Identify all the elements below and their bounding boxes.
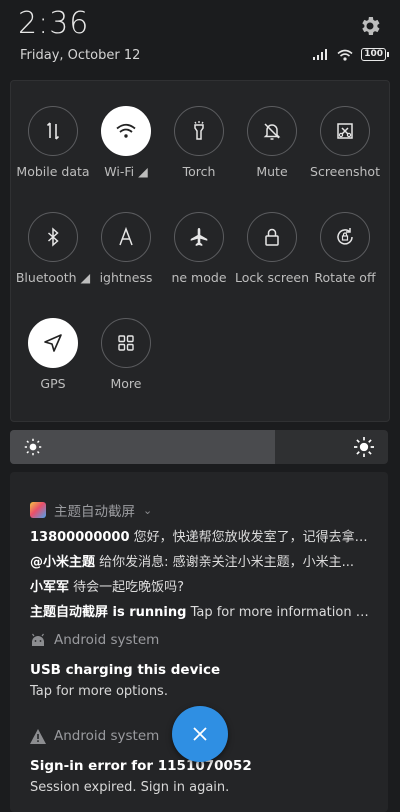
toggle-bluetooth[interactable]: Bluetooth ◢: [15, 212, 91, 285]
toggle-more[interactable]: More: [88, 318, 164, 391]
toggle-label: Mobile data: [16, 164, 90, 179]
android-icon: [32, 633, 44, 646]
notification-app-name: Android system: [54, 632, 160, 648]
date-label: Friday, October 12: [20, 48, 141, 63]
notification-app-name: 主题自动截屏: [54, 504, 135, 520]
notification-text: Session expired. Sign in again.: [30, 780, 230, 795]
notification-app-name: Android system: [54, 728, 160, 744]
brightness-low-icon: [24, 438, 42, 456]
toggle-label: ightness: [99, 270, 153, 285]
toggle-lock-screen[interactable]: Lock screen: [234, 212, 310, 285]
toggle-mobile-data[interactable]: Mobile data: [15, 106, 91, 179]
notification-line: 小军军 待会一起吃晚饭吗?: [30, 580, 185, 595]
toggle-auto-brightness[interactable]: ightness: [88, 212, 164, 285]
gps-icon: [44, 334, 62, 352]
notification-text: Tap for more options.: [30, 684, 168, 699]
notification-usb-charging[interactable]: Android system USB charging this device …: [30, 632, 374, 699]
toggle-label: Wi-Fi ◢: [104, 164, 148, 179]
signal-icon: [313, 49, 328, 60]
toggle-label: Lock screen: [234, 270, 310, 285]
chevron-down-icon[interactable]: ⌄: [143, 504, 152, 517]
gear-icon[interactable]: [358, 14, 382, 38]
toggle-screenshot[interactable]: Screenshot: [307, 106, 383, 179]
clear-all-button[interactable]: [172, 706, 228, 762]
warning-icon: [30, 728, 46, 744]
notification-line: @小米主题 给你发消息: 感谢亲关注小米主题，小米主...: [30, 555, 355, 570]
mute-icon: [263, 123, 281, 140]
torch-icon: [194, 121, 204, 140]
quick-settings-panel: Mobile data Wi-Fi ◢ Torch Mute Screensho…: [10, 80, 390, 422]
auto-brightness-icon: [119, 226, 133, 246]
toggle-label: Screenshot: [310, 164, 380, 179]
toggle-label: Mute: [256, 164, 288, 179]
bluetooth-icon: [48, 227, 59, 247]
toggle-label: ne mode: [171, 270, 227, 285]
clock-time: 2:36: [18, 6, 90, 41]
status-icons: 100: [313, 48, 389, 61]
more-grid-icon: [118, 335, 134, 351]
screenshot-icon: [337, 123, 353, 139]
notification-title: USB charging this device: [30, 662, 221, 678]
battery-icon: 100: [361, 48, 389, 61]
wifi-status-icon: [337, 49, 353, 61]
toggle-wifi[interactable]: Wi-Fi ◢: [88, 106, 164, 179]
lock-icon: [265, 228, 279, 246]
notification-line: 主题自动截屏 is running Tap for more informati…: [30, 605, 374, 620]
mobile-data-icon: [46, 122, 60, 140]
toggle-rotate[interactable]: Rotate off: [307, 212, 383, 285]
toggle-mute[interactable]: Mute: [234, 106, 310, 179]
toggle-label: Rotate off: [314, 270, 376, 285]
toggle-label: More: [110, 376, 142, 391]
brightness-slider[interactable]: [10, 430, 388, 464]
notification-line: 13800000000 您好，快递帮您放收发室了，记得去拿哦。: [30, 530, 374, 545]
airplane-icon: [190, 228, 208, 246]
toggle-label: Torch: [182, 164, 216, 179]
toggle-label: Bluetooth ◢: [15, 270, 91, 285]
notification-theme-app[interactable]: 主题自动截屏 ⌄ 13800000000 您好，快递帮您放收发室了，记得去拿哦。…: [30, 500, 374, 620]
wifi-icon: [116, 123, 136, 138]
rotate-icon: [337, 228, 353, 245]
brightness-fill: [10, 430, 275, 464]
toggle-airplane-mode[interactable]: ne mode: [161, 212, 237, 285]
toggle-gps[interactable]: GPS: [15, 318, 91, 391]
brightness-high-icon: [354, 437, 374, 457]
toggle-label: GPS: [40, 376, 66, 391]
theme-app-icon: [30, 502, 46, 518]
close-icon: [193, 727, 207, 741]
toggle-torch[interactable]: Torch: [161, 106, 237, 179]
